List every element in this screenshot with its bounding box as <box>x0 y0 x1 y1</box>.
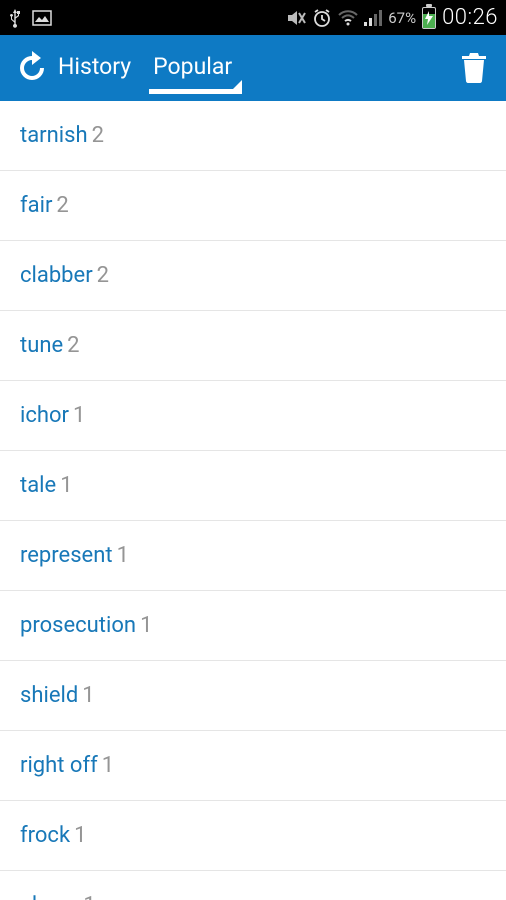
word-text: tune <box>20 333 63 358</box>
list-item[interactable]: prosecution1 <box>0 591 506 661</box>
tab-history[interactable]: History <box>54 43 135 94</box>
word-count: 1 <box>102 753 114 778</box>
tab-label: Popular <box>153 53 232 80</box>
list-item[interactable]: tale1 <box>0 451 506 521</box>
refresh-icon[interactable] <box>12 48 52 88</box>
tabs: History Popular <box>54 43 236 94</box>
word-count: 2 <box>56 193 68 218</box>
word-text: represent <box>20 543 113 568</box>
word-text: tarnish <box>20 123 88 148</box>
word-text: shield <box>20 683 78 708</box>
image-icon <box>32 10 52 26</box>
word-count: 1 <box>140 613 152 638</box>
word-count: 1 <box>74 823 86 848</box>
word-list[interactable]: tarnish2fair2clabber2tune2ichor1tale1rep… <box>0 101 506 900</box>
word-text: frock <box>20 823 70 848</box>
battery-percent: 67% <box>388 9 416 27</box>
list-item[interactable]: shield1 <box>0 661 506 731</box>
status-bar: 67% 00:26 <box>0 0 506 35</box>
word-count: 1 <box>73 403 85 428</box>
status-clock: 00:26 <box>442 5 498 30</box>
word-text: tale <box>20 473 56 498</box>
list-item[interactable]: clabber2 <box>0 241 506 311</box>
trash-icon[interactable] <box>454 48 494 88</box>
usb-icon <box>8 8 22 28</box>
tab-popular[interactable]: Popular <box>149 43 236 94</box>
word-text: right off <box>20 753 98 778</box>
word-text: prosecution <box>20 613 136 638</box>
word-count: 2 <box>97 263 109 288</box>
word-count: 2 <box>67 333 79 358</box>
word-count: 1 <box>60 473 72 498</box>
alarm-icon <box>312 8 332 28</box>
word-text: clabber <box>20 263 93 288</box>
signal-icon <box>364 10 382 26</box>
list-item[interactable]: frock1 <box>0 801 506 871</box>
wifi-icon <box>338 10 358 26</box>
word-count: 1 <box>83 893 95 900</box>
word-count: 1 <box>82 683 94 708</box>
list-item[interactable]: abase 1 <box>0 871 506 900</box>
list-item[interactable]: fair2 <box>0 171 506 241</box>
list-item[interactable]: tarnish2 <box>0 101 506 171</box>
word-text: ichor <box>20 403 69 428</box>
word-text: fair <box>20 193 52 218</box>
word-count: 2 <box>92 123 104 148</box>
tab-label: History <box>58 53 131 80</box>
list-item[interactable]: tune2 <box>0 311 506 381</box>
word-count: 1 <box>117 543 129 568</box>
battery-icon <box>422 7 436 29</box>
app-bar: History Popular <box>0 35 506 101</box>
mute-icon <box>286 9 306 27</box>
list-item[interactable]: represent1 <box>0 521 506 591</box>
list-item[interactable]: right off1 <box>0 731 506 801</box>
word-text: abase <box>20 893 79 900</box>
list-item[interactable]: ichor1 <box>0 381 506 451</box>
